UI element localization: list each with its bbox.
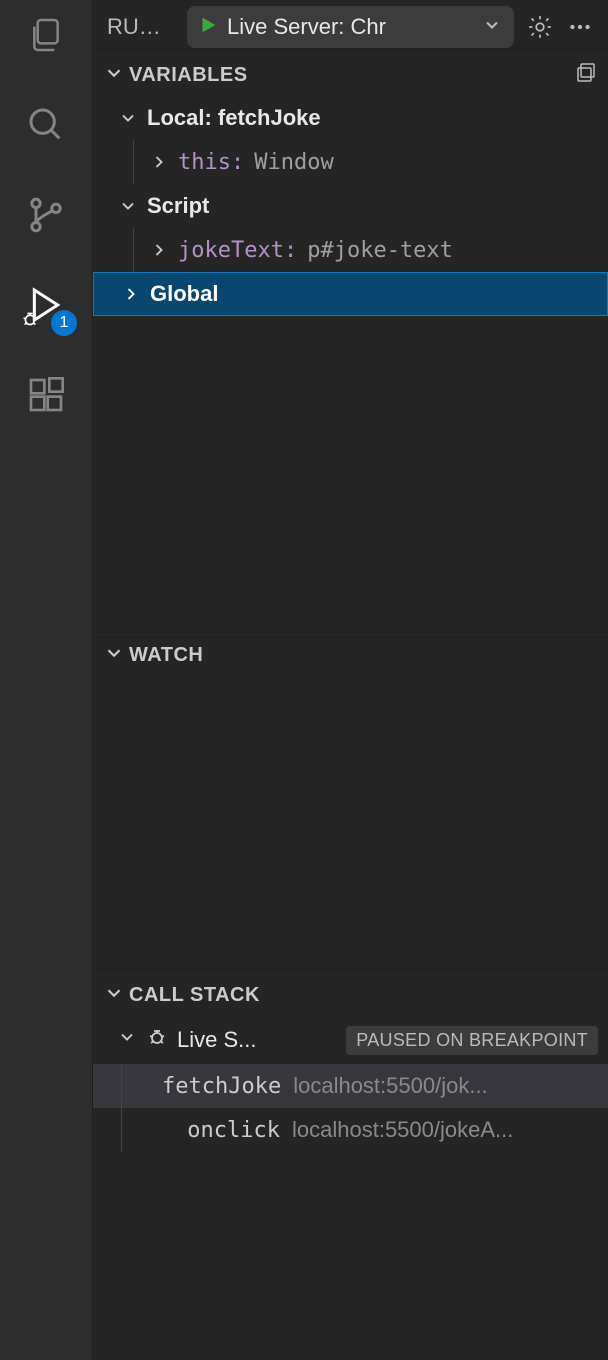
- collapse-all-icon[interactable]: [574, 61, 598, 90]
- variables-header[interactable]: VARIABLES: [93, 54, 608, 96]
- variables-title: VARIABLES: [129, 64, 248, 87]
- callstack-header[interactable]: CALL STACK: [93, 974, 608, 1016]
- chevron-right-icon: [148, 239, 170, 261]
- start-debug-icon[interactable]: [197, 14, 219, 41]
- frame-location: localhost:5500/jokeA...: [292, 1117, 608, 1143]
- callstack-body: Live S... PAUSED ON BREAKPOINT fetchJoke…: [93, 1016, 608, 1360]
- source-control-icon[interactable]: [23, 192, 69, 238]
- frame-location: localhost:5500/jok...: [293, 1073, 608, 1099]
- run-and-debug-label: RUN ...: [107, 14, 175, 40]
- thread-name: Live S...: [177, 1027, 256, 1053]
- variables-body: Local: fetchJoke this: Window Script jok…: [93, 96, 608, 634]
- chevron-down-icon: [103, 62, 125, 89]
- gear-icon[interactable]: [526, 13, 554, 41]
- scope-name: Script: [147, 193, 209, 219]
- variable-value: p#joke-text: [307, 238, 453, 263]
- scope-name: Local: fetchJoke: [147, 105, 321, 131]
- callstack-title: CALL STACK: [129, 984, 260, 1007]
- bug-icon: [145, 1025, 169, 1055]
- explorer-icon[interactable]: [23, 12, 69, 58]
- callstack-thread[interactable]: Live S... PAUSED ON BREAKPOINT: [93, 1016, 608, 1064]
- launch-config-selector[interactable]: Live Server: Chr: [187, 6, 514, 48]
- scope-name: Global: [150, 281, 218, 307]
- frame-name: fetchJoke: [162, 1074, 281, 1099]
- chevron-right-icon: [120, 283, 142, 305]
- run-debug-icon[interactable]: 1: [23, 282, 69, 328]
- chevron-down-icon[interactable]: [482, 15, 502, 40]
- chevron-down-icon: [117, 1027, 137, 1053]
- scope-script[interactable]: Script: [93, 184, 608, 228]
- debug-sidebar: RUN ... Live Server: Chr VARIABLES Local…: [92, 0, 608, 1360]
- chevron-down-icon: [117, 195, 139, 217]
- watch-header[interactable]: WATCH: [93, 634, 608, 676]
- frame-name: onclick: [162, 1118, 280, 1143]
- debug-top-bar: RUN ... Live Server: Chr: [93, 0, 608, 54]
- variable-value: Window: [254, 150, 333, 175]
- search-icon[interactable]: [23, 102, 69, 148]
- stack-frame[interactable]: fetchJoke localhost:5500/jok...: [93, 1064, 608, 1108]
- chevron-down-icon: [103, 642, 125, 669]
- variable-name: this:: [178, 150, 244, 175]
- variable-joketext[interactable]: jokeText: p#joke-text: [93, 228, 608, 272]
- variable-name: jokeText:: [178, 238, 297, 263]
- launch-config-name: Live Server: Chr: [227, 14, 474, 40]
- chevron-down-icon: [117, 107, 139, 129]
- chevron-right-icon: [148, 151, 170, 173]
- debug-badge: 1: [51, 310, 77, 336]
- extensions-icon[interactable]: [23, 372, 69, 418]
- scope-local[interactable]: Local: fetchJoke: [93, 96, 608, 140]
- pause-status: PAUSED ON BREAKPOINT: [346, 1026, 598, 1055]
- more-icon[interactable]: [566, 13, 594, 41]
- variable-this[interactable]: this: Window: [93, 140, 608, 184]
- watch-body: [93, 676, 608, 974]
- watch-title: WATCH: [129, 644, 203, 667]
- activity-bar: 1: [0, 0, 92, 1360]
- stack-frame[interactable]: onclick localhost:5500/jokeA...: [93, 1108, 608, 1152]
- chevron-down-icon: [103, 982, 125, 1009]
- scope-global[interactable]: Global: [93, 272, 608, 316]
